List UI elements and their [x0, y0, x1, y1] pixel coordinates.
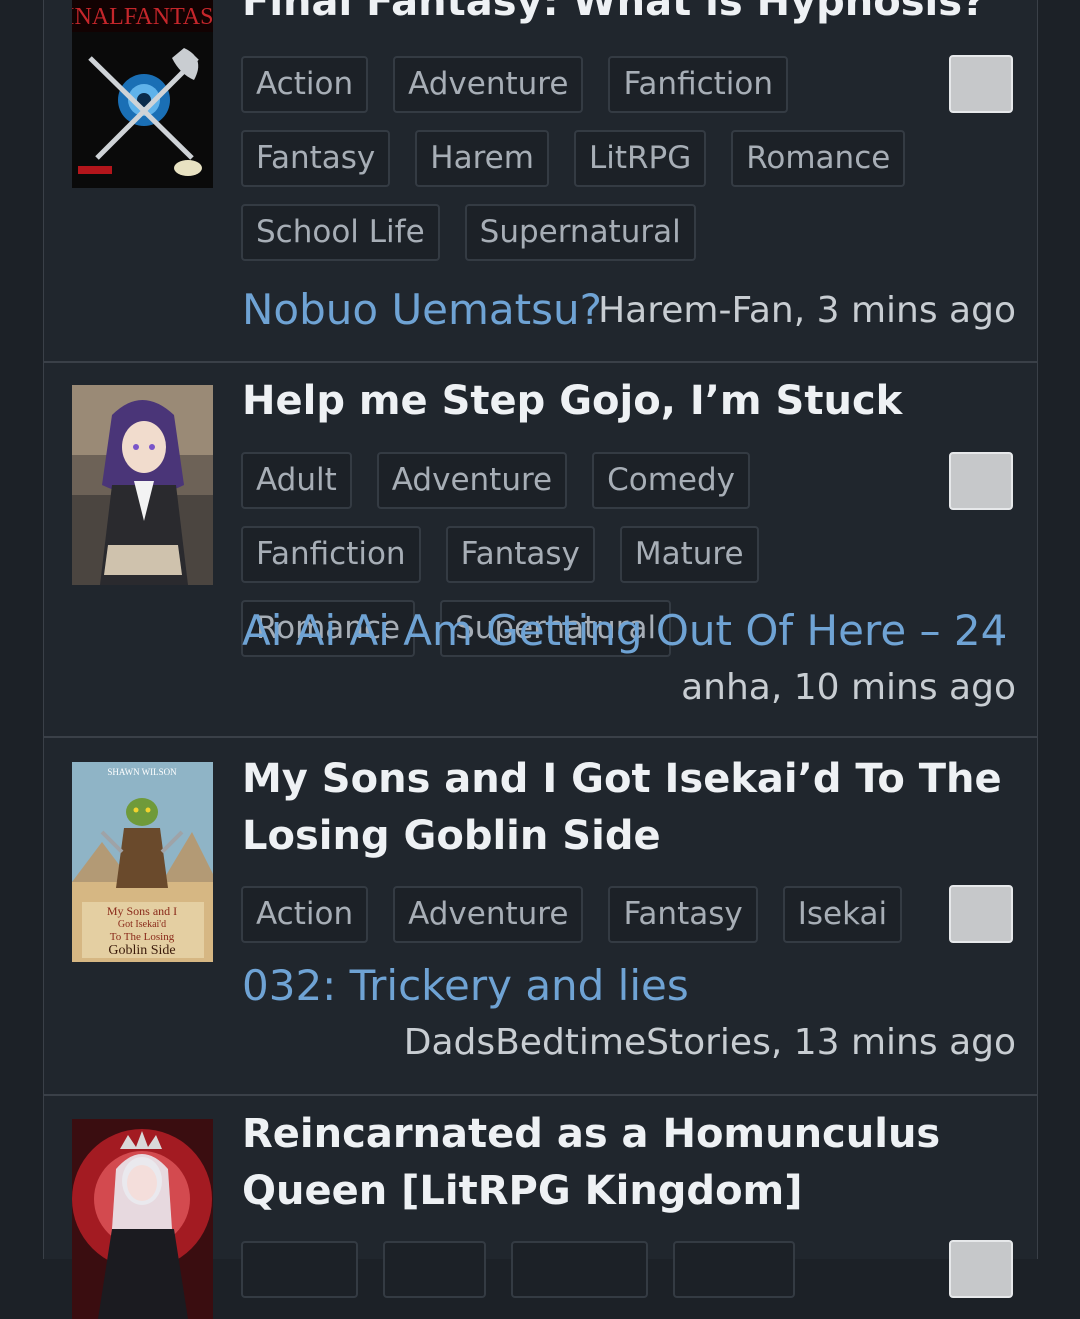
latest-chapter-link[interactable]: Ai Ai Ai Am Getting Out Of Here – 24 — [242, 606, 1007, 656]
tag-fanfiction[interactable]: Fanfiction — [608, 56, 789, 113]
tag-mature[interactable]: Mature — [619, 526, 759, 583]
story-checkbox[interactable] — [949, 452, 1013, 510]
tag-harem[interactable]: Harem — [415, 130, 549, 187]
tag-comedy[interactable]: Comedy — [592, 452, 751, 509]
cover-author-text: SHAWN WILSON — [107, 767, 177, 777]
story-cover[interactable]: FINALFANTASY — [72, 0, 213, 188]
story-list: FINALFANTASY Final Fantasy: What is Hypn… — [43, 0, 1038, 1319]
story-checkbox[interactable] — [949, 885, 1013, 943]
tag-fanfiction[interactable]: Fanfiction — [241, 526, 421, 583]
tag-placeholder[interactable] — [241, 1241, 358, 1298]
story-cover[interactable]: SHAWN WILSON My Sons and I Got Isekai'd … — [72, 762, 213, 962]
update-meta: Harem-Fan, 3 mins ago — [598, 290, 1016, 331]
tag-adventure[interactable]: Adventure — [393, 886, 584, 943]
tag-isekai[interactable]: Isekai — [782, 886, 903, 943]
tag-fantasy[interactable]: Fantasy — [445, 526, 595, 583]
story-cover[interactable] — [72, 1119, 213, 1319]
latest-chapter-link[interactable]: 032: Trickery and lies — [242, 961, 689, 1011]
story-card: FINALFANTASY Final Fantasy: What is Hypn… — [44, 0, 1037, 363]
tag-adventure[interactable]: Adventure — [393, 56, 584, 113]
story-card: Help me Step Gojo, I’m Stuck Adult Adven… — [44, 363, 1037, 738]
tag-adult[interactable]: Adult — [241, 452, 352, 509]
story-title[interactable]: Final Fantasy: What is Hypnosis? — [242, 0, 1027, 31]
tag-fantasy[interactable]: Fantasy — [241, 130, 391, 187]
tag-placeholder[interactable] — [673, 1241, 795, 1298]
tag-litrpg[interactable]: LitRPG — [573, 130, 707, 187]
story-title[interactable]: Reincarnated as a Homunculus Queen [LitR… — [242, 1106, 1027, 1220]
latest-chapter-link[interactable]: Nobuo Uematsu? — [242, 285, 602, 335]
tag-list: Action Adventure Fantasy Isekai — [241, 886, 946, 943]
tag-school-life[interactable]: School Life — [241, 204, 440, 261]
story-checkbox[interactable] — [949, 55, 1013, 113]
tag-action[interactable]: Action — [241, 56, 369, 113]
cover-title-line: My Sons and I — [107, 904, 177, 918]
story-checkbox[interactable] — [949, 1240, 1013, 1298]
tag-supernatural[interactable]: Supernatural — [464, 204, 696, 261]
cover-title-line: To The Losing — [110, 931, 175, 943]
story-card: SHAWN WILSON My Sons and I Got Isekai'd … — [44, 738, 1037, 1096]
tag-placeholder[interactable] — [511, 1241, 648, 1298]
tag-action[interactable]: Action — [241, 886, 369, 943]
tag-adventure[interactable]: Adventure — [376, 452, 568, 509]
cover-art: FINALFANTASY — [72, 0, 213, 188]
story-title[interactable]: Help me Step Gojo, I’m Stuck — [242, 373, 1027, 430]
story-card: Reincarnated as a Homunculus Queen [LitR… — [44, 1096, 1037, 1319]
update-meta: DadsBedtimeStories, 13 mins ago — [403, 1022, 1016, 1063]
tag-placeholder[interactable] — [383, 1241, 486, 1298]
cover-title-line: Goblin Side — [108, 943, 175, 958]
cover-art — [72, 385, 213, 585]
tag-list: Action Adventure Fanfiction Fantasy Hare… — [241, 56, 946, 261]
story-title[interactable]: My Sons and I Got Isekai’d To The Losing… — [242, 751, 1027, 865]
update-meta: anha, 10 mins ago — [681, 667, 1016, 708]
tag-list — [241, 1241, 946, 1298]
cover-title-text: FINALFANTASY — [72, 4, 213, 30]
cover-art — [72, 1119, 213, 1319]
tag-fantasy[interactable]: Fantasy — [608, 886, 758, 943]
tag-romance[interactable]: Romance — [731, 130, 906, 187]
cover-title-line: Got Isekai'd — [118, 919, 166, 930]
cover-art: SHAWN WILSON My Sons and I Got Isekai'd … — [72, 762, 213, 962]
story-cover[interactable] — [72, 385, 213, 585]
